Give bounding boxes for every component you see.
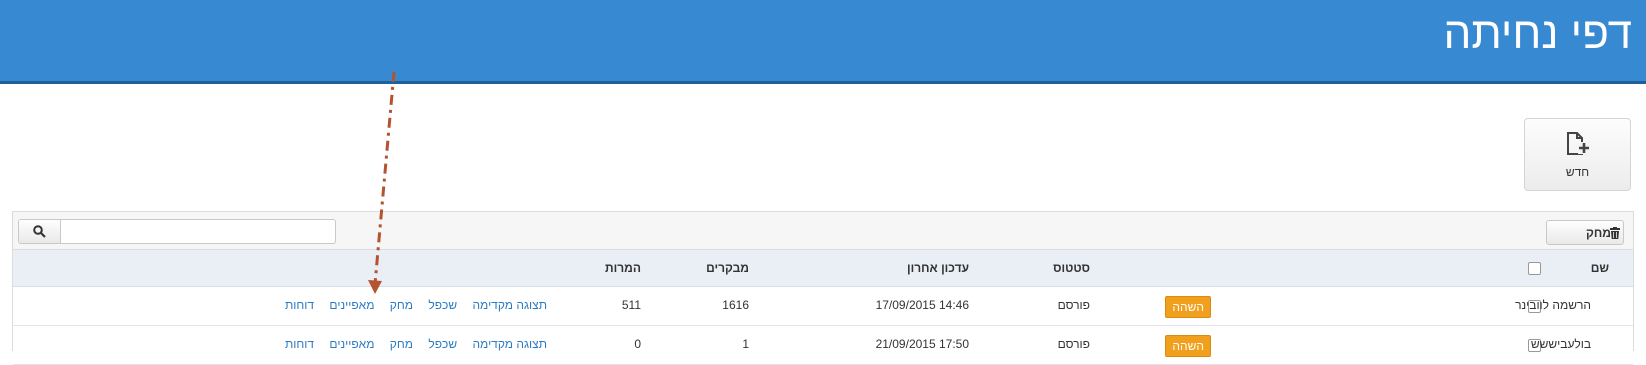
reports-link[interactable]: דוחות (285, 298, 314, 312)
pause-badge[interactable]: השהה (1165, 335, 1211, 357)
row-conversions: 511 (621, 298, 641, 312)
row-actions: תצוגה מקדימה שכפל מחק מאפיינים דוחות (273, 287, 547, 323)
preview-link[interactable]: תצוגה מקדימה (472, 337, 547, 351)
search-icon (33, 225, 46, 238)
delete-button-label: מחק (1586, 226, 1611, 240)
column-header-updated[interactable]: עדכון אחרון (907, 250, 969, 286)
row-actions: תצוגה מקדימה שכפל מחק מאפיינים דוחות (273, 326, 547, 362)
column-header-status[interactable]: סטטוס (1053, 250, 1090, 286)
row-status: פורסם (1057, 337, 1090, 351)
column-header-name[interactable]: שם (1591, 250, 1609, 286)
duplicate-link[interactable]: שכפל (428, 337, 457, 351)
delete-link[interactable]: מחק (390, 337, 413, 351)
row-visitors: 1616 (722, 298, 749, 312)
column-header-visitors[interactable]: מבקרים (706, 250, 749, 286)
search-button[interactable] (19, 220, 61, 243)
row-updated: 17/09/2015 14:46 (875, 298, 969, 312)
reports-link[interactable]: דוחות (285, 337, 314, 351)
properties-link[interactable]: מאפיינים (329, 337, 374, 351)
row-updated: 21/09/2015 17:50 (875, 337, 969, 351)
select-all-checkbox[interactable] (1528, 262, 1541, 275)
table-row: בולעביששש השהה פורסם 21/09/2015 17:50 1 … (13, 326, 1633, 365)
row-conversions: 0 (634, 337, 641, 351)
row-visitors: 1 (742, 337, 749, 351)
page-title: דפי נחיתה (1443, 9, 1632, 58)
row-status: פורסם (1057, 298, 1090, 312)
duplicate-link[interactable]: שכפל (428, 298, 457, 312)
table-toolbar: מחק (13, 212, 1633, 250)
row-name[interactable]: בולעביששש (1531, 326, 1591, 362)
landing-pages-panel: מחק שם סטטוס עדכון אחרון מבקרים המרות הר… (12, 211, 1634, 365)
table-row: הרשמה לוובינר השהה פורסם 17/09/2015 14:4… (13, 287, 1633, 326)
new-button-label: חדש (1565, 165, 1590, 179)
page-header: דפי נחיתה (0, 0, 1646, 84)
delete-button[interactable]: מחק (1546, 220, 1624, 245)
pause-badge[interactable]: השהה (1165, 296, 1211, 318)
new-landing-page-button[interactable]: חדש (1524, 118, 1631, 191)
column-header-conversions[interactable]: המרות (605, 250, 641, 286)
properties-link[interactable]: מאפיינים (329, 298, 374, 312)
search-box (18, 219, 336, 244)
row-name[interactable]: הרשמה לוובינר (1515, 287, 1591, 323)
trash-icon (1610, 227, 1620, 239)
search-input[interactable] (62, 220, 334, 243)
preview-link[interactable]: תצוגה מקדימה (472, 298, 547, 312)
table-header: שם סטטוס עדכון אחרון מבקרים המרות (13, 250, 1633, 287)
new-document-icon (1567, 132, 1590, 155)
delete-link[interactable]: מחק (390, 298, 413, 312)
